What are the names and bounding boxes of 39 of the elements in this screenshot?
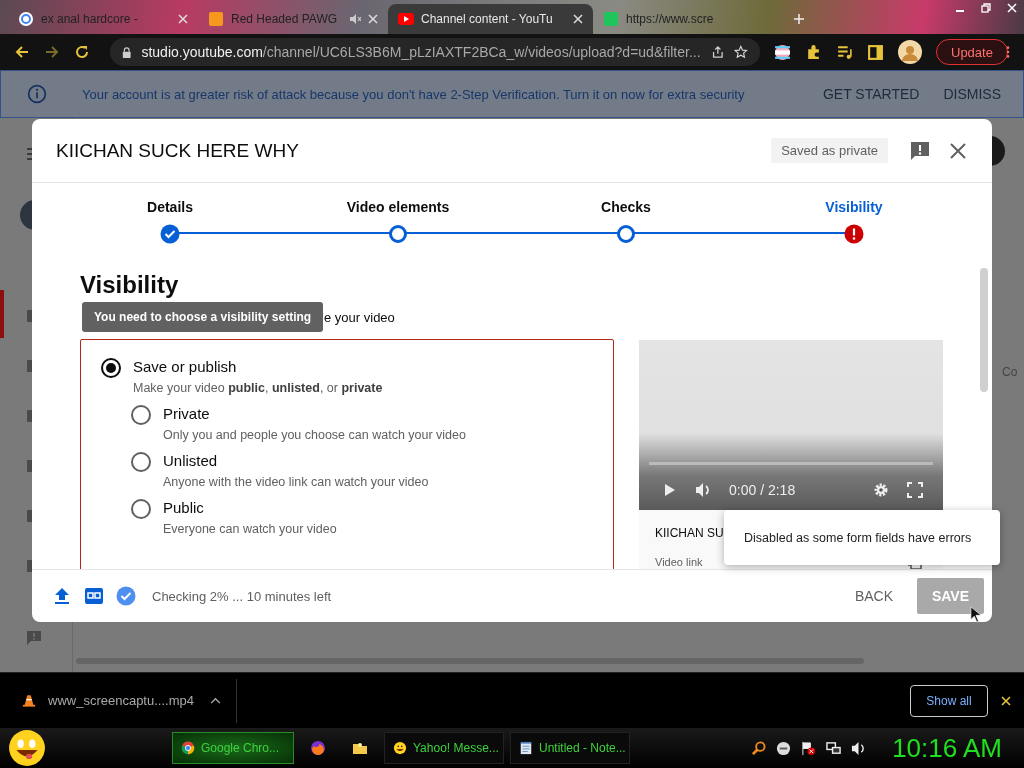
taskbar-button[interactable]: Google Chro...	[172, 732, 294, 764]
taskbar-button[interactable]: Yahoo! Messe...	[384, 732, 504, 764]
option-label[interactable]: Unlisted	[163, 452, 429, 470]
option-label[interactable]: Private	[163, 405, 466, 423]
field-label: Video link	[655, 556, 704, 568]
url-text: studio.youtube.com/channel/UC6LS3B6M_pLzIAXTF2BCa_w/videos/upload?d=ud&filter...	[141, 44, 701, 60]
update-button[interactable]: Update	[936, 39, 1008, 65]
taskbar-button[interactable]: Untitled - Note...	[510, 732, 630, 764]
browser-tab[interactable]: Channel content - YouTu	[388, 4, 593, 34]
banner-message: Your account is at greater risk of attack because you don't have 2-Step Verification. Turn it on now for extra security	[82, 86, 746, 102]
dialog-title: KIICHAN SUCK HERE WHY	[56, 139, 300, 162]
tab-title: https://www.scre	[626, 12, 715, 26]
step-label[interactable]: Details	[147, 199, 193, 215]
download-filename[interactable]: www_screencaptu....mp4	[48, 693, 194, 708]
error-tooltip: Disabled as some form fields have errors	[724, 510, 1000, 565]
step-label[interactable]: Video elements	[346, 199, 450, 215]
option-description: Everyone can watch your video	[163, 522, 337, 536]
address-bar[interactable]: studio.youtube.com/channel/UC6LS3B6M_pLzIAXTF2BCa_w/videos/upload?d=ud&filter...	[110, 38, 760, 66]
back-button[interactable]: BACK	[848, 587, 899, 605]
option-label[interactable]: Public	[163, 499, 337, 517]
tab-title: Channel content - YouTu	[421, 12, 554, 26]
option-description: Anyone with the video link can watch your video	[163, 475, 429, 489]
video-title: KIICHAN SU	[655, 526, 724, 540]
option-description: Only you and people you choose can watch your video	[163, 428, 466, 442]
upload-status: Checking 2% ... 10 minutes left	[152, 588, 333, 604]
video-time: 0:00 / 2:18	[729, 482, 796, 498]
browser-tab[interactable]: https://www.scre	[593, 4, 783, 34]
tab-title: Red Headed PAWG	[231, 12, 339, 26]
clock: 10:16 AM	[892, 732, 1002, 764]
show-all-button[interactable]: Show all	[910, 684, 988, 717]
tooltip: You need to choose a visibility setting	[82, 302, 324, 332]
option-label[interactable]: Save or publish	[133, 358, 383, 376]
option-description: Make your video public, unlisted, or private	[133, 381, 383, 395]
step-label[interactable]: Checks	[601, 199, 651, 215]
step-label[interactable]: Visibility	[825, 199, 883, 215]
status-chip: Saved as private	[771, 138, 888, 163]
section-description: e your video	[324, 310, 395, 325]
tab-title: ex anal hardcore -	[41, 12, 139, 26]
section-heading: Visibility	[80, 271, 180, 299]
